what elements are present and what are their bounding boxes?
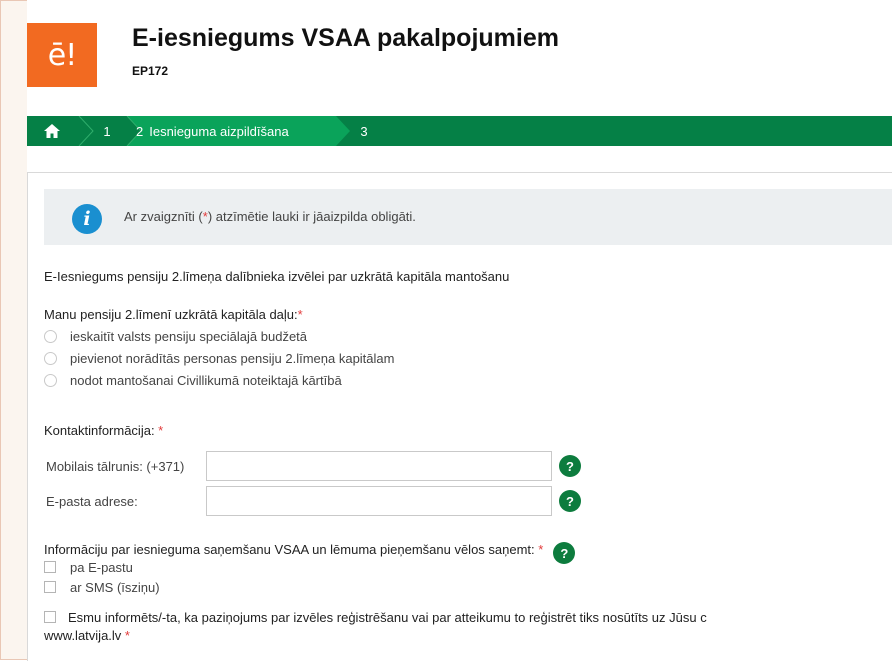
checkbox-label: ar SMS (īsziņu) xyxy=(70,579,160,595)
progress-stepper: 1 2 Iesnieguma aizpildīšana 3 xyxy=(27,116,892,146)
info-text-part: ) atzīmētie lauki ir jāaizpilda obligāti… xyxy=(207,209,416,224)
checkbox-option[interactable]: ar SMS (īsziņu) xyxy=(44,577,160,597)
notify-label: Informāciju par iesnieguma saņemšanu VSA… xyxy=(44,542,543,557)
contact-info-label: Kontaktinformācija: * xyxy=(44,423,163,438)
info-text-part: Ar zvaigznīti ( xyxy=(124,209,203,224)
home-icon xyxy=(44,124,60,138)
step-3[interactable]: 3 xyxy=(349,116,379,146)
radio-button[interactable] xyxy=(44,373,57,387)
phone-label: Mobilais tālrunis: (+371) xyxy=(46,458,185,474)
step-number: 2 xyxy=(136,123,144,139)
notify-options: pa E-pastu ar SMS (īsziņu) xyxy=(44,557,160,597)
question-text: Manu pensiju 2.līmenī uzkrātā kapitāla d… xyxy=(44,307,298,322)
info-text: Ar zvaigznīti (*) atzīmētie lauki ir jāa… xyxy=(124,209,416,224)
page: ē! E-iesniegums VSAA pakalpojumiem EP172… xyxy=(27,0,892,661)
checkbox-option[interactable]: pa E-pastu xyxy=(44,557,160,577)
consent-checkbox[interactable] xyxy=(44,611,56,623)
consent-statement: Esmu informēts/-ta, ka paziņojums par iz… xyxy=(44,609,892,645)
capital-options: ieskaitīt valsts pensiju speciālajā budž… xyxy=(44,325,394,391)
radio-label: nodot mantošanai Civillikumā noteiktajā … xyxy=(70,372,342,388)
step-label: Iesnieguma aizpildīšana xyxy=(149,123,289,139)
checkbox-label: pa E-pastu xyxy=(70,559,133,575)
logo-text: ē! xyxy=(47,37,78,73)
required-star: * xyxy=(538,541,544,557)
info-notice: i Ar zvaigznīti (*) atzīmētie lauki ir j… xyxy=(44,189,892,245)
capital-question-label: Manu pensiju 2.līmenī uzkrātā kapitāla d… xyxy=(44,307,303,322)
email-label: E-pasta adrese: xyxy=(46,493,138,509)
radio-label: pievienot norādītās personas pensiju 2.l… xyxy=(70,350,395,366)
form-panel: i Ar zvaigznīti (*) atzīmētie lauki ir j… xyxy=(27,172,892,661)
radio-button[interactable] xyxy=(44,351,57,365)
consent-line: Esmu informēts/-ta, ka paziņojums par iz… xyxy=(44,609,892,627)
phone-help-icon[interactable]: ? xyxy=(559,455,581,477)
page-title: E-iesniegums VSAA pakalpojumiem xyxy=(132,24,559,52)
contact-label-text: Kontaktinformācija: xyxy=(44,423,159,438)
required-star: * xyxy=(124,628,130,643)
email-input[interactable] xyxy=(206,486,552,516)
service-code: EP172 xyxy=(132,64,169,78)
phone-input[interactable] xyxy=(206,451,552,481)
consent-link-text: www.latvija.lv xyxy=(44,628,125,643)
email-help-icon[interactable]: ? xyxy=(559,490,581,512)
radio-button[interactable] xyxy=(44,329,57,343)
consent-line: www.latvija.lv * xyxy=(44,627,892,645)
radio-option[interactable]: nodot mantošanai Civillikumā noteiktajā … xyxy=(44,369,394,391)
step-home[interactable] xyxy=(27,116,77,146)
step-2[interactable]: 2 Iesnieguma aizpildīšana xyxy=(130,116,366,146)
radio-option[interactable]: pievienot norādītās personas pensiju 2.l… xyxy=(44,347,394,369)
app-logo: ē! xyxy=(27,23,97,87)
consent-text: Esmu informēts/-ta, ka paziņojums par iz… xyxy=(68,610,707,625)
step-number: 1 xyxy=(103,123,111,139)
info-icon: i xyxy=(72,204,102,234)
email-row: E-pasta adrese: ? xyxy=(46,486,581,516)
radio-option[interactable]: ieskaitīt valsts pensiju speciālajā budž… xyxy=(44,325,394,347)
radio-label: ieskaitīt valsts pensiju speciālajā budž… xyxy=(70,328,308,344)
required-star: * xyxy=(297,307,303,322)
checkbox-email[interactable] xyxy=(44,561,56,573)
notify-text: Informāciju par iesnieguma saņemšanu VSA… xyxy=(44,541,539,557)
step-number: 3 xyxy=(360,123,368,139)
checkbox-sms[interactable] xyxy=(44,581,56,593)
required-star: * xyxy=(158,423,164,438)
phone-row: Mobilais tālrunis: (+371) ? xyxy=(46,451,581,481)
step-1[interactable]: 1 xyxy=(87,116,127,146)
notify-help-icon[interactable]: ? xyxy=(553,542,576,564)
section-title: E-Iesniegums pensiju 2.līmeņa dalībnieka… xyxy=(44,269,510,284)
